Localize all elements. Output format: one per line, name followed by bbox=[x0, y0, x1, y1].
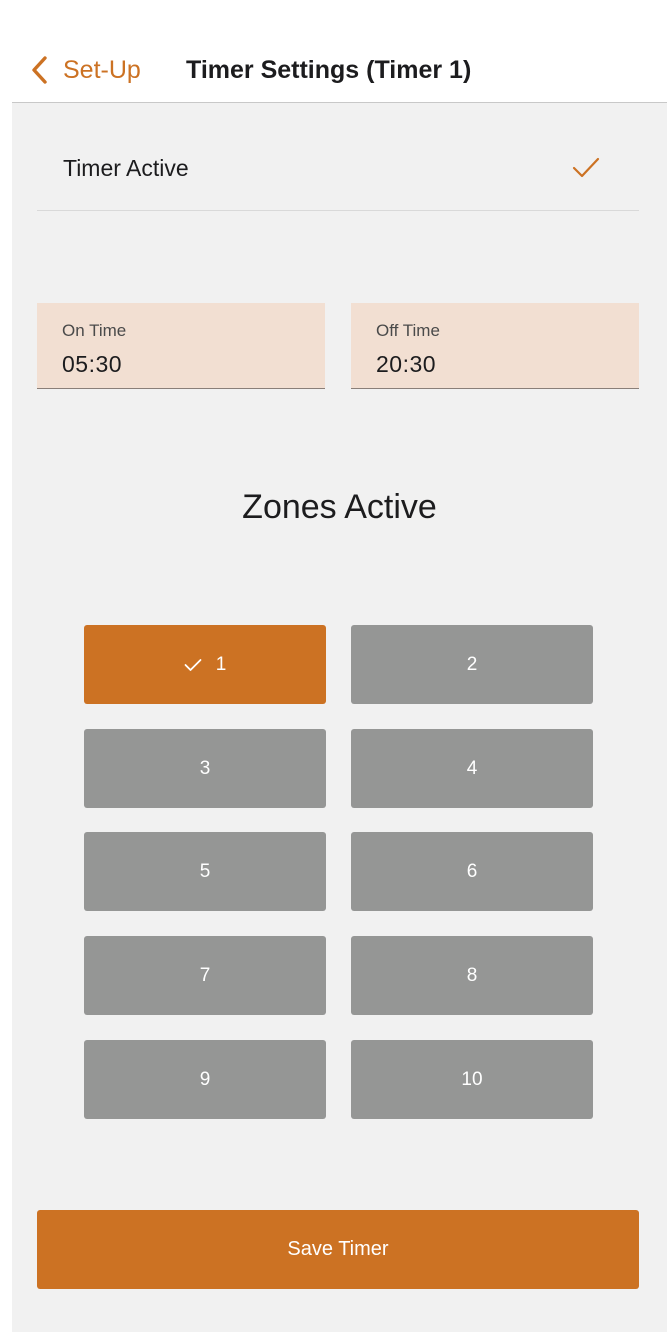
zone-label: 4 bbox=[466, 757, 478, 779]
save-timer-label: Save Timer bbox=[287, 1238, 389, 1260]
zone-button-10[interactable]: 10 bbox=[351, 1040, 593, 1119]
zone-button-1[interactable]: 1 bbox=[84, 625, 326, 704]
zone-label: 3 bbox=[199, 757, 211, 779]
page-title: Timer Settings (Timer 1) bbox=[186, 56, 472, 84]
on-time-field[interactable]: On Time 05:30 bbox=[37, 303, 325, 389]
checkmark-icon bbox=[572, 157, 600, 178]
zones-heading: Zones Active bbox=[242, 488, 437, 526]
zone-button-2[interactable]: 2 bbox=[351, 625, 593, 704]
zone-button-8[interactable]: 8 bbox=[351, 936, 593, 1015]
zone-button-6[interactable]: 6 bbox=[351, 832, 593, 911]
timer-active-label: Timer Active bbox=[63, 155, 189, 181]
zone-button-9[interactable]: 9 bbox=[84, 1040, 326, 1119]
save-timer-button[interactable]: Save Timer bbox=[37, 1210, 639, 1289]
zone-button-3[interactable]: 3 bbox=[84, 729, 326, 808]
back-button[interactable]: Set-Up bbox=[30, 50, 141, 90]
zone-label: 5 bbox=[199, 860, 211, 882]
timer-active-toggle[interactable]: Timer Active bbox=[37, 133, 639, 211]
chevron-left-icon bbox=[32, 56, 47, 84]
on-time-value: 05:30 bbox=[62, 351, 123, 377]
zone-label: 8 bbox=[466, 964, 478, 986]
zone-label: 2 bbox=[466, 653, 478, 675]
content-area: Timer Active On Time 05:30 Off Time 20:3… bbox=[12, 103, 667, 1332]
zone-label: 9 bbox=[199, 1068, 211, 1090]
back-label: Set-Up bbox=[63, 55, 141, 84]
navigation-bar: Set-Up Timer Settings (Timer 1) bbox=[0, 0, 667, 103]
off-time-field[interactable]: Off Time 20:30 bbox=[351, 303, 639, 389]
timer-settings-screen: Set-Up Timer Settings (Timer 1) Timer Ac… bbox=[0, 0, 667, 1332]
zone-label: 10 bbox=[461, 1068, 483, 1090]
zone-label: 1 bbox=[215, 653, 227, 675]
zone-button-4[interactable]: 4 bbox=[351, 729, 593, 808]
checkmark-icon bbox=[184, 658, 202, 671]
zone-button-7[interactable]: 7 bbox=[84, 936, 326, 1015]
off-time-value: 20:30 bbox=[376, 351, 437, 377]
zone-label: 7 bbox=[199, 964, 211, 986]
zone-label: 6 bbox=[466, 860, 478, 882]
on-time-label: On Time bbox=[62, 321, 127, 340]
off-time-label: Off Time bbox=[376, 321, 440, 340]
zone-button-5[interactable]: 5 bbox=[84, 832, 326, 911]
